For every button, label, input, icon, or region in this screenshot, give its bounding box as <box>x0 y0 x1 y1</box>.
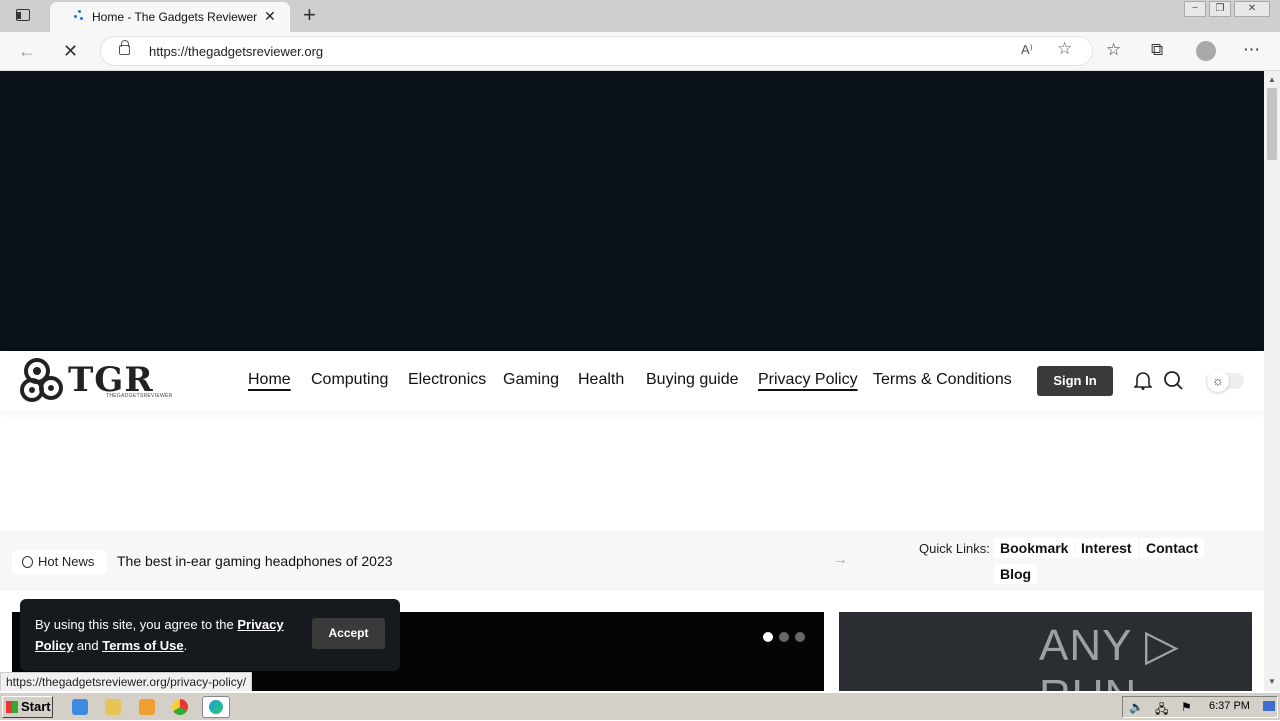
dark-mode-toggle[interactable]: ☼ <box>1206 370 1244 392</box>
sun-icon: ☼ <box>1207 370 1229 392</box>
sign-in-button[interactable]: Sign In <box>1037 366 1113 396</box>
scroll-up-icon[interactable]: ▲ <box>1268 75 1276 84</box>
network-icon[interactable]: 🖧 <box>1155 700 1168 721</box>
nav-buying-guide[interactable]: Buying guide <box>646 371 739 389</box>
featured-side-post[interactable]: ANY ▷ RUN <box>839 612 1252 691</box>
clock[interactable]: 6:37 PM <box>1209 700 1250 712</box>
loading-favicon-icon <box>74 10 84 20</box>
cookie-text-and: and <box>73 638 103 653</box>
tab-actions-icon[interactable] <box>16 9 30 21</box>
lock-icon[interactable] <box>119 40 130 55</box>
slider-dots <box>763 629 811 647</box>
notification-bell-icon[interactable] <box>1134 370 1152 390</box>
tab-title: Home - The Gadgets Reviewer <box>92 10 258 24</box>
page-scrollbar[interactable]: ▲ ▼ <box>1264 71 1280 691</box>
search-icon[interactable] <box>1163 370 1183 390</box>
new-tab-button[interactable]: + <box>303 3 316 27</box>
close-window-button[interactable]: ✕ <box>1234 1 1270 17</box>
nav-terms-conditions[interactable]: Terms & Conditions <box>873 371 1012 389</box>
page-viewport: TGR THEGADGETSREVIEWER Home Computing El… <box>0 71 1264 691</box>
slider-dot[interactable] <box>795 632 805 642</box>
site-logo[interactable]: TGR THEGADGETSREVIEWER <box>20 356 190 406</box>
flame-icon <box>22 556 33 568</box>
windows-logo-icon <box>6 701 18 713</box>
tab-home[interactable]: Home - The Gadgets Reviewer ✕ <box>50 2 290 32</box>
read-aloud-icon[interactable]: A⁾ <box>1021 42 1033 58</box>
collections-icon[interactable]: ⧉ <box>1151 40 1163 60</box>
address-bar-row: ← ✕ https://thegadgetsreviewer.org A⁾ ☆ … <box>0 32 1280 71</box>
news-ticker-bar: Hot News The best in-ear gaming headphon… <box>0 531 1264 591</box>
scroll-down-icon[interactable]: ▼ <box>1268 677 1276 686</box>
quick-link-contact[interactable]: Contact <box>1140 538 1205 558</box>
start-label: Start <box>21 699 51 714</box>
volume-icon[interactable]: 🔈 <box>1129 700 1144 714</box>
tab-bar: Home - The Gadgets Reviewer ✕ + − ❐ ✕ <box>0 0 1280 32</box>
ie-icon[interactable] <box>72 699 88 715</box>
anyrun-watermark: ANY ▷ RUN <box>1039 621 1180 691</box>
ad-banner <box>0 71 1264 351</box>
media-player-icon[interactable] <box>139 699 155 715</box>
cookie-text: By using this site, you agree to the <box>35 617 238 632</box>
accept-cookies-button[interactable]: Accept <box>312 618 385 649</box>
nav-home[interactable]: Home <box>248 371 291 389</box>
status-bar-url: https://thegadgetsreviewer.org/privacy-p… <box>0 672 253 691</box>
profile-avatar[interactable] <box>1196 41 1216 61</box>
quick-links-label: Quick Links: <box>919 541 990 556</box>
stop-loading-icon[interactable]: ✕ <box>63 41 78 62</box>
nav-gaming[interactable]: Gaming <box>503 371 559 389</box>
back-arrow-icon[interactable]: ← <box>18 41 36 62</box>
more-menu-icon[interactable]: ⋯ <box>1243 40 1260 60</box>
tab-close-icon[interactable]: ✕ <box>264 8 276 25</box>
chrome-icon[interactable] <box>172 699 188 715</box>
explorer-folder-icon[interactable] <box>105 699 121 715</box>
site-header: TGR THEGADGETSREVIEWER Home Computing El… <box>0 351 1264 411</box>
slider-dot-active[interactable] <box>763 632 773 642</box>
url-text[interactable]: https://thegadgetsreviewer.org <box>149 44 323 59</box>
add-favorite-icon[interactable]: ☆ <box>1057 39 1072 59</box>
quick-link-blog[interactable]: Blog <box>994 564 1038 584</box>
logo-gears-icon <box>20 358 63 402</box>
ticker-next-arrow-icon[interactable]: → <box>832 551 848 569</box>
nav-computing[interactable]: Computing <box>311 371 388 389</box>
system-tray: 🔈 🖧 ⚑ 6:37 PM <box>1122 696 1278 718</box>
cookie-banner: By using this site, you agree to the Pri… <box>20 599 400 671</box>
hot-news-badge: Hot News <box>12 550 107 574</box>
cookie-text-end: . <box>183 638 188 653</box>
logo-subtitle: THEGADGETSREVIEWER <box>106 393 173 399</box>
minimize-button[interactable]: − <box>1184 1 1206 17</box>
nav-health[interactable]: Health <box>578 371 624 389</box>
show-desktop-icon[interactable] <box>1263 701 1275 711</box>
hot-news-headline[interactable]: The best in-ear gaming headphones of 202… <box>117 553 393 569</box>
nav-privacy-policy[interactable]: Privacy Policy <box>758 371 858 389</box>
action-center-flag-icon[interactable]: ⚑ <box>1181 700 1192 714</box>
url-field[interactable]: https://thegadgetsreviewer.org A⁾ ☆ <box>100 36 1093 66</box>
quick-link-interest[interactable]: Interest <box>1075 538 1138 558</box>
edge-icon <box>209 700 223 714</box>
cookie-message: By using this site, you agree to the Pri… <box>35 614 295 656</box>
scrollbar-thumb[interactable] <box>1267 88 1277 160</box>
edge-taskbar-button[interactable] <box>202 696 230 718</box>
windows-taskbar: Start 🔈 🖧 ⚑ 6:37 PM <box>0 692 1280 720</box>
start-button[interactable]: Start <box>2 696 53 718</box>
nav-electronics[interactable]: Electronics <box>408 371 486 389</box>
terms-of-use-link[interactable]: Terms of Use <box>102 638 183 653</box>
restore-button[interactable]: ❐ <box>1209 1 1231 17</box>
quick-link-bookmark[interactable]: Bookmark <box>994 538 1075 558</box>
hot-news-label: Hot News <box>38 554 95 569</box>
favorites-icon[interactable]: ☆ <box>1106 40 1121 60</box>
slider-dot[interactable] <box>779 632 789 642</box>
